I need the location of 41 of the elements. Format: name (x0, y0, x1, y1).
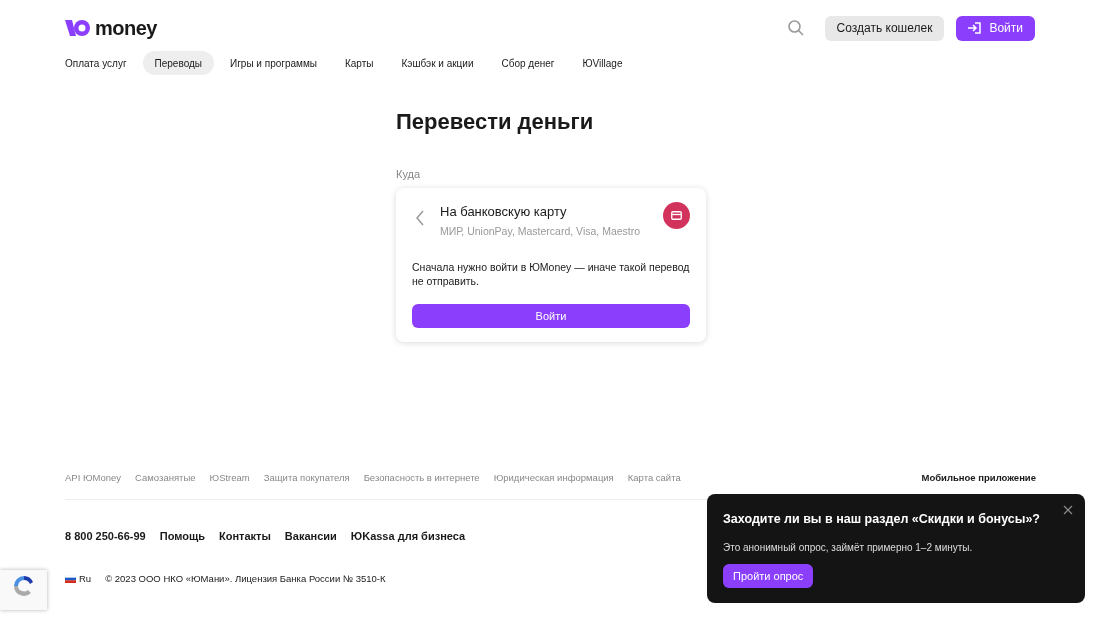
page-title: Перевести деньги (396, 108, 595, 136)
survey-button[interactable]: Пройти опрос (723, 563, 814, 588)
card-subtitle: МИР, UnionPay, Mastercard, Visa, Maestro (440, 224, 641, 239)
flag-icon (65, 574, 76, 583)
search-icon[interactable] (786, 19, 805, 37)
footer-link[interactable]: Юридическая информация (493, 471, 614, 486)
survey-text: Это анонимный опрос, займёт примерно 1–2 минуты. (723, 540, 974, 555)
footer-main-link[interactable]: 8 800 250-66-99 (65, 528, 146, 545)
card-badge-icon (663, 201, 690, 229)
copyright-text: © 2023 ООО НКО «ЮМани». Лицензия Банка России № 3510-К (105, 571, 386, 586)
nav-tab[interactable]: Переводы (142, 51, 214, 75)
back-chevron-icon[interactable] (415, 209, 425, 226)
survey-title: Заходите ли вы в наш раздел «Скидки и бонусы»? (723, 511, 1041, 528)
footer-main-link[interactable]: Вакансии (284, 528, 337, 545)
footer-link[interactable]: Безопасность в интернете (363, 471, 480, 486)
footer-link[interactable]: Самозанятые (135, 471, 196, 486)
logo-icon (65, 19, 91, 37)
nav-tab[interactable]: Оплата услуг (53, 51, 139, 75)
login-button[interactable]: Войти (956, 15, 1035, 41)
nav-tab[interactable]: ЮVillage (570, 51, 635, 75)
footer-link[interactable]: Карта сайта (627, 471, 681, 486)
nav-tab[interactable]: Сбор денег (489, 51, 567, 75)
logo-text: money (95, 16, 157, 41)
language-selector[interactable]: Ru (79, 571, 92, 586)
card-title: На банковскую карту (440, 202, 568, 221)
close-icon[interactable] (1063, 505, 1073, 515)
nav-tab[interactable]: Игры и программы (218, 51, 329, 75)
create-wallet-button[interactable]: Создать кошелек (824, 15, 945, 41)
nav-tab[interactable]: Кэшбэк и акции (389, 51, 486, 75)
login-icon (968, 22, 982, 34)
footer-main-link[interactable]: Контакты (219, 528, 271, 545)
field-label: Куда (396, 167, 422, 182)
footer-main-link[interactable]: Помощь (159, 528, 205, 545)
footer-main-link[interactable]: ЮKassa для бизнеса (350, 528, 466, 545)
footer-link[interactable]: ЮStream (209, 471, 250, 486)
login-required-message: Сначала нужно войти в ЮMoney — иначе такой перевод не отправить. (412, 259, 690, 288)
card-login-button[interactable]: Войти (412, 303, 690, 328)
nav-tab[interactable]: Карты (333, 51, 386, 75)
footer-link[interactable]: Защита покупателя (263, 471, 350, 486)
footer-link[interactable]: API ЮMoney (65, 471, 122, 486)
mobile-app-label: Мобильное приложение (921, 471, 1036, 485)
